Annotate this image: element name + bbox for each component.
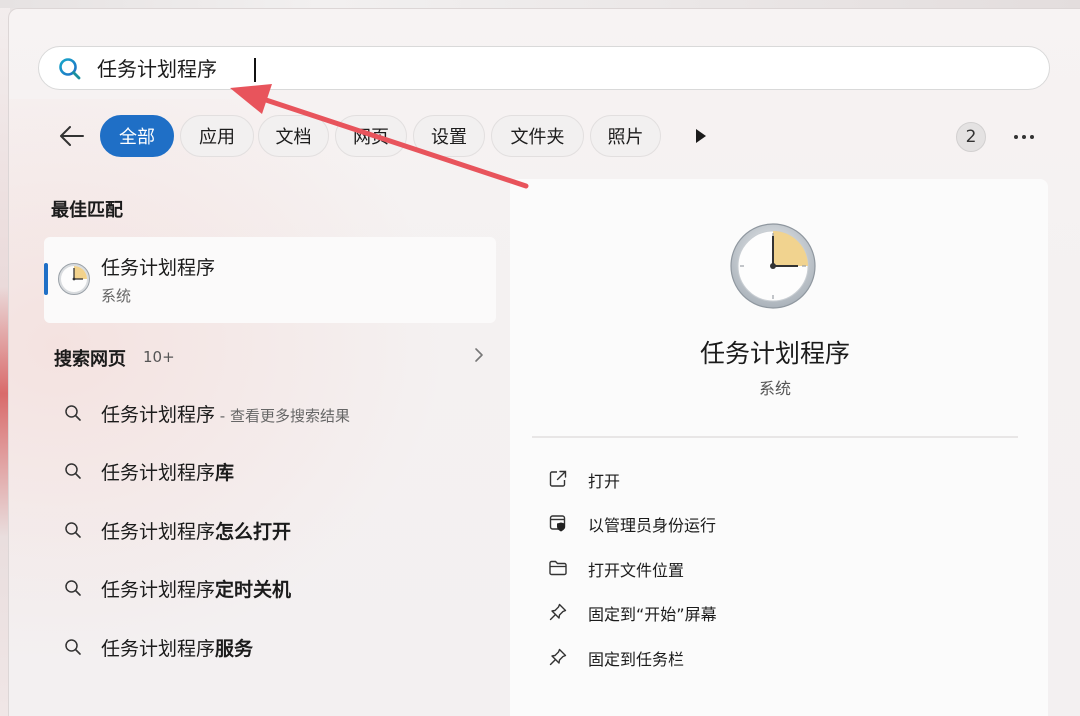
clock-icon: [728, 221, 818, 311]
action-label: 固定到“开始”屏幕: [588, 605, 717, 624]
action-label: 打开文件位置: [588, 561, 685, 580]
play-icon: [696, 129, 706, 143]
web-suggestion[interactable]: 任务计划程序 - 查看更多搜索结果: [52, 393, 492, 433]
pin-icon: [548, 647, 568, 667]
web-search-heading: 搜索网页: [54, 349, 126, 370]
tab-all[interactable]: 全部: [100, 115, 174, 157]
shield-icon: [548, 513, 568, 533]
open-external-icon: [548, 469, 568, 489]
search-icon: [64, 638, 82, 656]
dot-icon: [1022, 135, 1026, 139]
run-as-admin-action[interactable]: 以管理员身份运行: [540, 505, 1020, 541]
search-icon: [57, 56, 83, 82]
dot-icon: [1030, 135, 1034, 139]
more-options-button[interactable]: [1008, 122, 1040, 152]
best-match-heading: 最佳匹配: [51, 200, 123, 221]
suggestion-text: 任务计划程序怎么打开: [101, 521, 292, 543]
suggestion-text: 任务计划程序库: [101, 462, 235, 484]
search-bar[interactable]: [38, 46, 1050, 90]
clock-icon: [57, 262, 91, 296]
web-suggestion[interactable]: 任务计划程序怎么打开: [52, 510, 492, 550]
detail-app-type: 系统: [758, 379, 791, 398]
search-icon: [64, 579, 82, 597]
search-icon: [64, 404, 82, 422]
pin-to-taskbar-action[interactable]: 固定到任务栏: [540, 639, 1020, 675]
annotation-arrow-icon: [230, 84, 529, 189]
detail-app-name: 任务计划程序: [699, 339, 850, 368]
rewards-count-badge[interactable]: 2: [956, 122, 986, 152]
best-match-item[interactable]: 任务计划程序 系统: [44, 237, 496, 323]
best-match-subtitle: 系统: [101, 287, 132, 305]
tab-photos[interactable]: 照片: [590, 115, 661, 157]
dot-icon: [1014, 135, 1018, 139]
folder-icon: [548, 558, 568, 578]
web-search-count: 10+: [143, 348, 175, 366]
web-suggestion[interactable]: 任务计划程序服务: [52, 627, 492, 667]
divider: [532, 436, 1018, 438]
selection-indicator: [44, 263, 48, 295]
arrow-left-icon: [60, 126, 84, 146]
suggestion-text: 任务计划程序服务: [101, 638, 254, 660]
open-action[interactable]: 打开: [540, 461, 1020, 497]
pin-icon: [548, 602, 568, 622]
background-window-top: [0, 0, 1080, 8]
search-icon: [64, 521, 82, 539]
back-button[interactable]: [56, 120, 88, 152]
more-filters-button[interactable]: [688, 124, 712, 148]
web-suggestion[interactable]: 任务计划程序定时关机: [52, 568, 492, 608]
action-label: 以管理员身份运行: [588, 516, 717, 535]
action-label: 打开: [588, 472, 621, 491]
best-match-name: 任务计划程序: [101, 257, 216, 279]
web-suggestion[interactable]: 任务计划程序库: [52, 451, 492, 491]
chevron-right-icon[interactable]: [470, 346, 488, 364]
suggestion-text: 任务计划程序 - 查看更多搜索结果: [101, 404, 350, 426]
suggestion-text: 任务计划程序定时关机: [101, 579, 292, 601]
pin-to-start-action[interactable]: 固定到“开始”屏幕: [540, 594, 1020, 630]
detail-pane: 任务计划程序 系统 打开 以管理员身份运行 打开文件位置 固定到“开始”屏幕 固…: [510, 179, 1048, 716]
search-icon: [64, 462, 82, 480]
action-label: 固定到任务栏: [588, 650, 685, 669]
open-file-location-action[interactable]: 打开文件位置: [540, 550, 1020, 586]
